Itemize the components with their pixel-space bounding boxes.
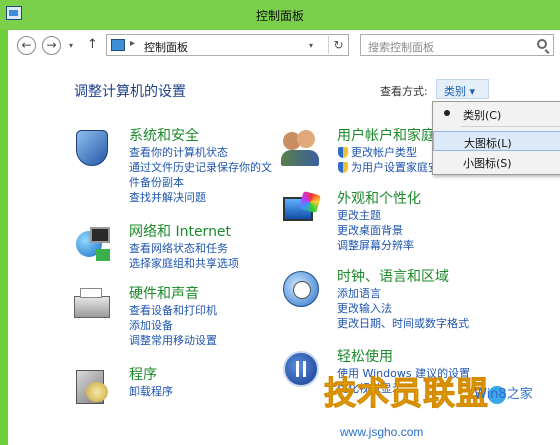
- category-link[interactable]: 更改输入法: [337, 301, 469, 316]
- watermark-site-name: Win8之家: [474, 387, 533, 402]
- users-icon[interactable]: [281, 128, 321, 168]
- category-link[interactable]: 调整屏幕分辨率: [337, 238, 421, 253]
- category-link[interactable]: 查看你的计算机状态: [129, 145, 272, 160]
- category-title[interactable]: 系统和安全: [129, 128, 272, 145]
- navigation-bar: ← → ▾ ↑ ▸ 控制面板 ▾ ↻ 搜索控制面板: [8, 30, 560, 60]
- category-link[interactable]: 添加语言: [337, 286, 469, 301]
- title-bar[interactable]: 控制面板: [0, 0, 560, 30]
- appearance-icon[interactable]: [281, 190, 322, 231]
- search-icon[interactable]: [537, 39, 547, 49]
- category-title[interactable]: 程序: [129, 367, 173, 384]
- up-button[interactable]: ↑: [87, 37, 98, 52]
- menu-item-label: 小图标(S): [463, 157, 512, 170]
- category-title[interactable]: 网络和 Internet: [129, 224, 239, 241]
- network-icon[interactable]: [72, 225, 112, 265]
- category-system-security: 系统和安全 查看你的计算机状态 通过文件历史记录保存你的文 件备份副本 查找并解…: [129, 128, 272, 205]
- search-input[interactable]: 搜索控制面板: [368, 39, 434, 55]
- ease-of-access-icon[interactable]: [281, 349, 321, 389]
- category-network-internet: 网络和 Internet 查看网络状态和任务 选择家庭组和共享选项: [129, 224, 239, 271]
- page-title: 调整计算机的设置: [74, 84, 186, 100]
- breadcrumb-separator[interactable]: ▸: [130, 38, 135, 49]
- category-title[interactable]: 时钟、语言和区域: [337, 269, 469, 286]
- control-panel-window: 控制面板 ← → ▾ ↑ ▸ 控制面板 ▾ ↻ 搜索控制面板 调整计算机的设置 …: [0, 0, 560, 445]
- address-dropdown-icon[interactable]: ▾: [309, 41, 313, 50]
- category-link[interactable]: 调整常用移动设置: [129, 333, 217, 348]
- category-link[interactable]: 件备份副本: [129, 175, 272, 190]
- forward-button[interactable]: →: [42, 36, 61, 55]
- view-by-label: 查看方式:: [380, 85, 428, 98]
- category-link[interactable]: 更改主题: [337, 208, 421, 223]
- clock-globe-icon[interactable]: [281, 269, 321, 309]
- recent-locations-dropdown[interactable]: ▾: [69, 41, 73, 50]
- menu-item-label: 类别(C): [463, 109, 502, 122]
- view-by-dropdown[interactable]: 类别 ▾: [436, 79, 489, 99]
- control-panel-icon: [111, 39, 125, 51]
- category-link[interactable]: 添加设备: [129, 318, 217, 333]
- menu-item-small-icons[interactable]: 小图标(S): [433, 152, 560, 172]
- category-programs: 程序 卸载程序: [129, 367, 173, 399]
- category-title[interactable]: 外观和个性化: [337, 191, 421, 208]
- watermark-brand: 技术员联盟: [323, 374, 490, 413]
- category-link[interactable]: 查看设备和打印机: [129, 303, 217, 318]
- view-by-menu: 类别(C) 大图标(L) 小图标(S): [432, 101, 560, 175]
- category-title[interactable]: 轻松使用: [337, 349, 470, 366]
- content-area: ← → ▾ ↑ ▸ 控制面板 ▾ ↻ 搜索控制面板 调整计算机的设置 查看方式:…: [8, 30, 560, 445]
- category-link[interactable]: 卸载程序: [129, 384, 173, 399]
- selected-bullet-icon: [444, 110, 450, 116]
- category-link[interactable]: 更改桌面背景: [337, 223, 421, 238]
- menu-item-label: 大图标(L): [464, 137, 512, 150]
- search-box[interactable]: 搜索控制面板: [360, 34, 554, 56]
- category-hardware-sound: 硬件和声音 查看设备和打印机 添加设备 调整常用移动设置: [129, 286, 217, 348]
- menu-divider: [461, 126, 560, 127]
- category-link[interactable]: 更改日期、时间或数字格式: [337, 316, 469, 331]
- watermark-url: www.jsgho.com: [340, 425, 424, 439]
- programs-icon[interactable]: [72, 366, 112, 406]
- category-appearance: 外观和个性化 更改主题 更改桌面背景 调整屏幕分辨率: [337, 191, 421, 253]
- category-link[interactable]: 查找并解决问题: [129, 190, 272, 205]
- address-bar[interactable]: ▸ 控制面板 ▾ ↻: [106, 34, 349, 56]
- category-clock-language-region: 时钟、语言和区域 添加语言 更改输入法 更改日期、时间或数字格式: [337, 269, 469, 331]
- menu-item-category[interactable]: 类别(C): [433, 104, 560, 124]
- printer-icon[interactable]: [72, 286, 112, 326]
- category-link[interactable]: 选择家庭组和共享选项: [129, 256, 239, 271]
- refresh-button[interactable]: ↻: [328, 36, 348, 54]
- window-title: 控制面板: [255, 9, 304, 23]
- category-link[interactable]: 通过文件历史记录保存你的文: [129, 160, 272, 175]
- back-button[interactable]: ←: [17, 36, 36, 55]
- category-link[interactable]: 查看网络状态和任务: [129, 241, 239, 256]
- menu-item-large-icons[interactable]: 大图标(L): [433, 131, 560, 151]
- address-text[interactable]: 控制面板: [144, 39, 188, 55]
- shield-icon[interactable]: [72, 128, 112, 168]
- category-title[interactable]: 硬件和声音: [129, 286, 217, 303]
